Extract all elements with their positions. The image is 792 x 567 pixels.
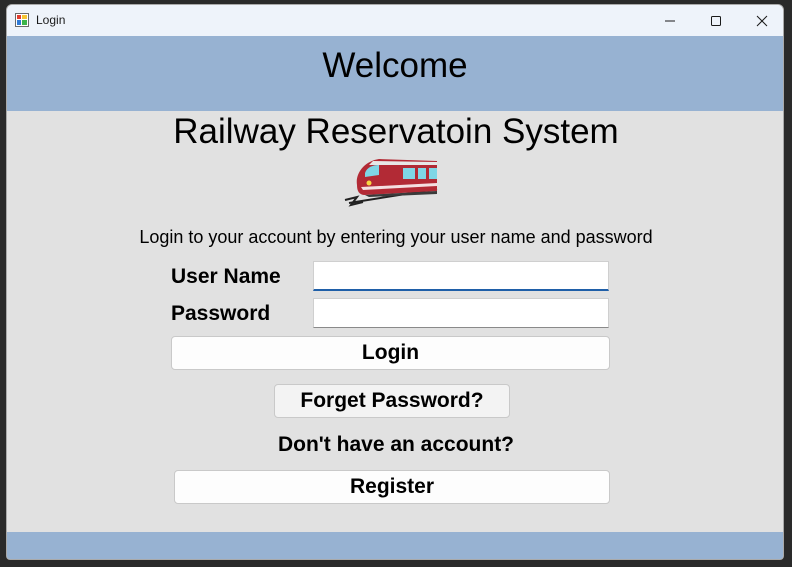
footer-band [7, 532, 783, 559]
username-field[interactable] [313, 261, 609, 291]
instructions-text: Login to your account by entering your u… [139, 227, 653, 247]
password-label: Password [171, 302, 271, 325]
forgot-password-button[interactable]: Forget Password? [274, 384, 510, 418]
close-button[interactable] [739, 5, 783, 36]
username-label: User Name [171, 265, 281, 288]
system-title: Railway Reservatoin System [173, 112, 619, 151]
welcome-heading: Welcome [322, 46, 468, 85]
maximize-icon [711, 15, 721, 26]
password-field[interactable] [313, 298, 609, 328]
minimize-button[interactable] [647, 5, 693, 36]
minimize-icon [665, 20, 675, 21]
login-window: Login Welcome Railway Reservatoin System [6, 4, 784, 560]
train-icon [344, 159, 438, 207]
close-icon [756, 15, 768, 26]
header-band: Welcome [7, 36, 783, 111]
app-form-icon [15, 13, 29, 27]
login-button[interactable]: Login [171, 336, 610, 370]
maximize-button[interactable] [693, 5, 739, 36]
title-bar[interactable]: Login [7, 5, 783, 36]
register-button[interactable]: Register [174, 470, 610, 504]
no-account-text: Don't have an account? [277, 433, 515, 456]
window-title: Login [36, 13, 66, 27]
